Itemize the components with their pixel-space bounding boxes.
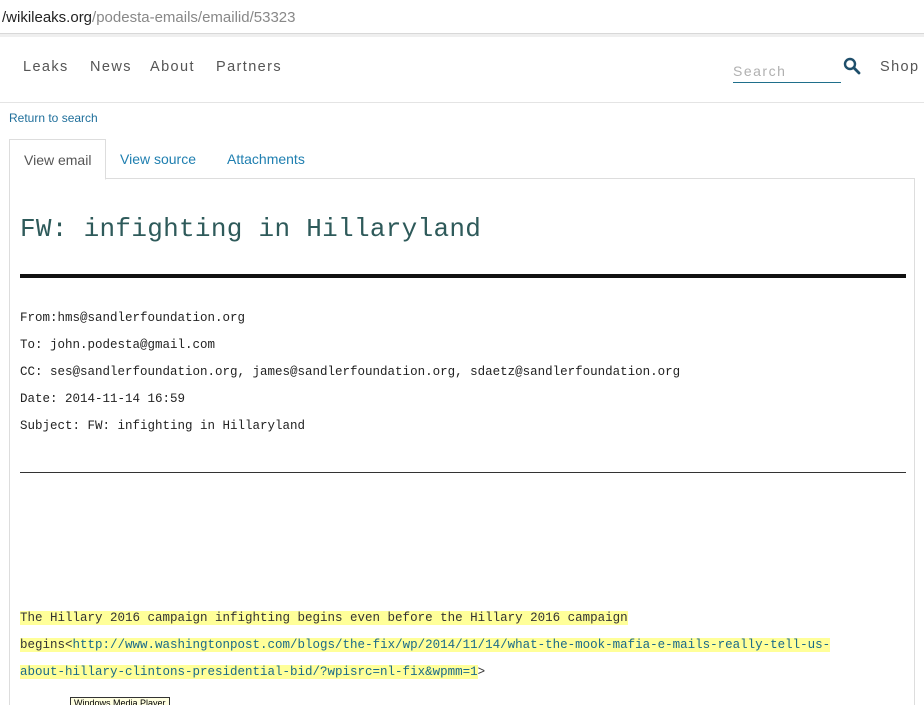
email-view-tabs: View email View source Attachments [9,139,915,180]
return-to-search-link[interactable]: Return to search [9,111,98,125]
url-path: /podesta-emails/emailid/53323 [92,9,296,26]
body-text-line: The Hillary 2016 campaign infighting beg… [20,611,628,625]
url-text[interactable]: /wikileaks.org/podesta-emails/emailid/53… [2,9,295,26]
headers-divider [20,472,906,473]
email-panel: FW: infighting in Hillaryland From:hms@s… [9,179,915,705]
email-cc: CC: ses@sandlerfoundation.org, james@san… [20,365,681,379]
article-link[interactable]: http://www.washingtonpost.com/blogs/the-… [72,638,831,652]
body-text-begins: begins< [20,638,73,652]
article-link-continued[interactable]: about-hillary-clintons-presidential-bid/… [20,665,478,679]
tab-attachments[interactable]: Attachments [213,139,319,179]
url-host: /wikileaks.org [2,9,93,26]
tab-view-email[interactable]: View email [9,139,107,180]
email-subject: Subject: FW: infighting in Hillaryland [20,419,306,433]
nav-partners[interactable]: Partners [216,59,282,75]
email-headers: From:hms@sandlerfoundation.org To: john.… [20,311,680,446]
title-divider [20,274,906,278]
email-title: FW: infighting in Hillaryland [20,214,482,244]
nav-news[interactable]: News [90,59,132,75]
media-player-tooltip: Windows Media Player [70,697,170,705]
browser-url-bar[interactable]: /wikileaks.org/podesta-emails/emailid/53… [0,0,924,34]
top-navigation: Leaks News About Partners Shop [0,37,924,103]
search-icon[interactable] [843,57,861,75]
tab-view-source[interactable]: View source [106,139,210,179]
body-text-close: > [477,665,486,679]
search-input[interactable] [733,55,841,83]
email-from: From:hms@sandlerfoundation.org [20,311,246,325]
email-to: To: john.podesta@gmail.com [20,338,216,352]
nav-about[interactable]: About [150,59,195,75]
nav-shop[interactable]: Shop [880,59,919,75]
email-body: The Hillary 2016 campaign infighting beg… [20,611,831,692]
nav-leaks[interactable]: Leaks [23,59,69,75]
email-date: Date: 2014-11-14 16:59 [20,392,186,406]
